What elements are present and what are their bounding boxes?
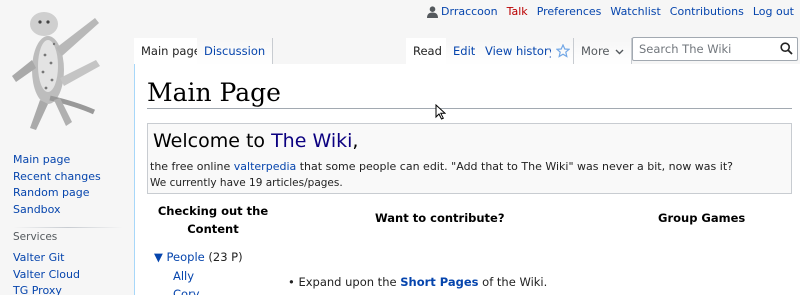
welcome-suffix: , (352, 130, 359, 152)
sidebar-item-random-page[interactable]: Random page (13, 185, 101, 202)
tree-item-people[interactable]: ▼ People (23 P) (154, 250, 243, 264)
tagline-prefix: the free online (150, 160, 234, 173)
main-content: Main Page Welcome to The Wiki, the free … (134, 64, 800, 295)
preferences-link[interactable]: Preferences (537, 5, 602, 18)
column-heading-content-line1: Checking out the (157, 204, 269, 218)
sidebar-item-recent-changes[interactable]: Recent changes (13, 169, 101, 186)
tagline: the free online valterpedia that some pe… (150, 160, 733, 173)
sidebar-item-valter-git[interactable]: Valter Git (13, 250, 80, 267)
mouse-cursor-icon (435, 104, 446, 120)
people-count: (23 P) (208, 250, 243, 264)
sidebar-heading-services: Services (13, 231, 58, 243)
column-heading-content-line2: Content (187, 222, 239, 236)
collapse-arrow-icon[interactable]: ▼ (154, 250, 163, 264)
sidebar-navigation: Main page Recent changes Random page San… (13, 152, 101, 218)
watch-star-icon (555, 43, 571, 58)
watch-star-button[interactable] (551, 38, 574, 65)
search-icon[interactable] (780, 42, 793, 55)
contribute-list-item: • Expand upon the Short Pages of the Wik… (288, 275, 548, 289)
sidebar-services: Valter Git Valter Cloud TG Proxy (13, 250, 80, 295)
chevron-down-icon (615, 49, 624, 55)
talk-link[interactable]: Talk (507, 5, 528, 18)
tagline-suffix: that some people can edit. "Add that to … (296, 160, 733, 173)
search-placeholder: Search The Wiki (639, 42, 732, 56)
contributions-link[interactable]: Contributions (670, 5, 744, 18)
site-logo[interactable] (0, 0, 135, 140)
column-heading-contribute: Want to contribute? (375, 211, 505, 225)
bullet-prefix: Expand upon the (298, 275, 401, 289)
tree-item-next[interactable]: Cory (173, 287, 200, 295)
page-title: Main Page (147, 78, 281, 107)
sidebar-item-sandbox[interactable]: Sandbox (13, 202, 101, 219)
user-icon (427, 5, 439, 18)
username-link[interactable]: Drraccoon (441, 5, 498, 18)
sidebar-item-main-page[interactable]: Main page (13, 152, 101, 169)
more-label: More (581, 44, 610, 58)
column-heading-content: Checking out the Content (157, 202, 269, 238)
search-input[interactable]: Search The Wiki (632, 37, 798, 61)
welcome-prefix: Welcome to (153, 130, 272, 152)
title-divider (147, 108, 792, 109)
the-wiki-link[interactable]: The Wiki (271, 130, 352, 152)
bullet-suffix: of the Wiki. (478, 275, 548, 289)
sidebar-item-tg-proxy[interactable]: TG Proxy (13, 283, 80, 295)
welcome-heading: Welcome to The Wiki, (153, 130, 358, 152)
valterpedia-link[interactable]: valterpedia (234, 160, 296, 173)
logout-link[interactable]: Log out (753, 5, 794, 18)
user-link[interactable]: Drraccoon (427, 5, 498, 18)
personal-tools: Drraccoon Talk Preferences Watchlist Con… (427, 5, 794, 18)
tab-read[interactable]: Read (406, 38, 450, 65)
column-heading-games: Group Games (658, 211, 746, 225)
welcome-box: Welcome to The Wiki, the free online val… (147, 123, 792, 194)
watchlist-link[interactable]: Watchlist (610, 5, 660, 18)
short-pages-link[interactable]: Short Pages (400, 275, 478, 289)
people-category-link[interactable]: People (167, 250, 205, 264)
more-menu[interactable]: More (574, 38, 633, 65)
tab-discussion[interactable]: Discussion (197, 38, 274, 65)
tree-item-ally[interactable]: Ally (173, 269, 194, 283)
sidebar-item-valter-cloud[interactable]: Valter Cloud (13, 267, 80, 284)
article-count: We currently have 19 articles/pages. (150, 177, 343, 189)
sidebar-divider (13, 227, 123, 228)
